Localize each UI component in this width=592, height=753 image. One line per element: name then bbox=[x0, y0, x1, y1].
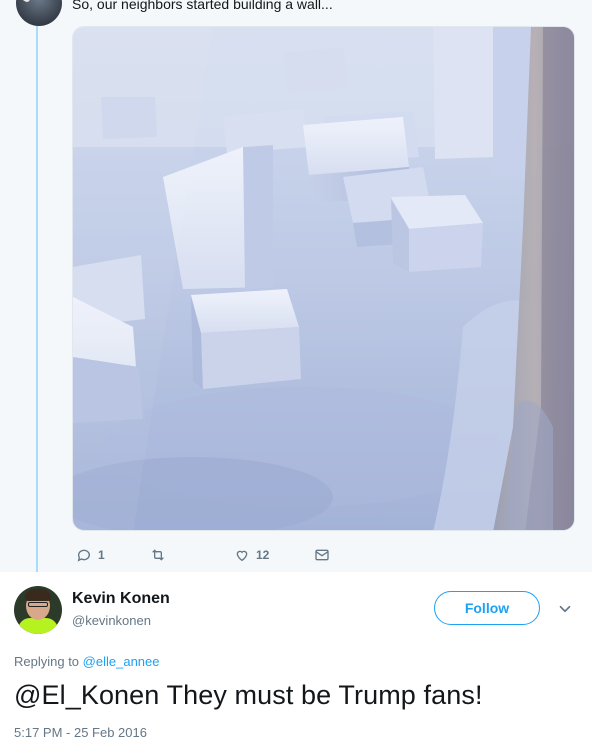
reply-avatar[interactable] bbox=[14, 586, 62, 634]
like-button[interactable]: 12 bbox=[234, 543, 269, 567]
parent-tweet-text: So, our neighbors started building a wal… bbox=[72, 0, 333, 12]
direct-message-button[interactable] bbox=[314, 543, 330, 567]
retweet-icon bbox=[152, 549, 164, 561]
follow-button[interactable]: Follow bbox=[434, 591, 540, 625]
like-count: 12 bbox=[256, 548, 270, 562]
replying-to: Replying to @elle_annee bbox=[14, 654, 160, 669]
chevron-down-icon[interactable] bbox=[556, 600, 574, 618]
user-handle[interactable]: @kevinkonen bbox=[72, 613, 151, 628]
parent-tweet[interactable]: So, our neighbors started building a wal… bbox=[0, 0, 592, 572]
envelope-icon bbox=[315, 549, 329, 561]
reply-icon bbox=[77, 549, 90, 562]
thread-line bbox=[36, 24, 38, 572]
reply-count: 1 bbox=[98, 548, 105, 562]
reply-tweet-text: @El_Konen They must be Trump fans! bbox=[14, 680, 483, 710]
heart-icon bbox=[236, 550, 248, 562]
tweet-photo[interactable] bbox=[72, 26, 575, 531]
tweet-actions: 1 12 bbox=[72, 543, 575, 567]
replying-to-link[interactable]: @elle_annee bbox=[83, 654, 160, 669]
tweet-timestamp[interactable]: 5:17 PM - 25 Feb 2016 bbox=[14, 725, 147, 740]
reply-button[interactable]: 1 bbox=[76, 543, 105, 567]
reply-tweet: Kevin Konen @kevinkonen Follow Replying … bbox=[0, 572, 592, 753]
display-name[interactable]: Kevin Konen bbox=[72, 590, 170, 608]
retweet-button[interactable] bbox=[150, 543, 166, 567]
parent-avatar[interactable] bbox=[16, 0, 62, 26]
replying-prefix: Replying to bbox=[14, 654, 80, 669]
